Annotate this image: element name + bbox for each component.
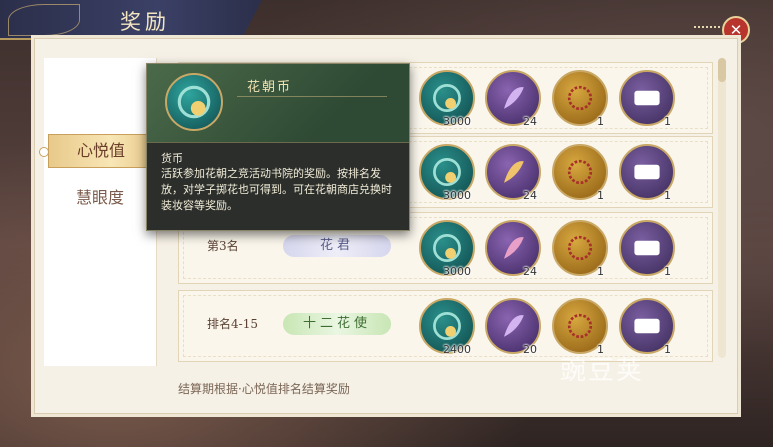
title-badge: 十二花使 bbox=[283, 313, 391, 335]
feather-item[interactable]: 20 bbox=[485, 298, 541, 356]
tooltip-divider bbox=[237, 96, 387, 97]
title-ornament bbox=[8, 4, 80, 36]
reward-count: 1 bbox=[664, 115, 671, 128]
title-badge: 花君 bbox=[283, 235, 391, 257]
scroll-item[interactable]: 1 bbox=[619, 298, 675, 356]
scroll-thumb[interactable] bbox=[718, 58, 726, 82]
scroll-icon bbox=[634, 240, 660, 256]
wreath-icon bbox=[567, 235, 593, 261]
reward-count: 20 bbox=[523, 343, 537, 356]
tooltip-description: 活跃参加花朝之竞活动书院的奖励。按排名发放，对学子掷花也可得到。可在花朝商店兑换… bbox=[161, 167, 392, 212]
coin-flower-item[interactable]: 2400 bbox=[419, 298, 475, 356]
scroll-item[interactable]: 1 bbox=[619, 220, 675, 278]
reward-count: 3000 bbox=[443, 189, 471, 202]
wreath-item[interactable]: 1 bbox=[552, 144, 608, 202]
feather-item[interactable]: 24 bbox=[485, 144, 541, 202]
coin-flower-item[interactable]: 3000 bbox=[419, 220, 475, 278]
reward-count: 1 bbox=[664, 343, 671, 356]
close-icon: ✕ bbox=[729, 21, 743, 39]
scrollbar[interactable] bbox=[718, 58, 726, 358]
coin-flower-item[interactable]: 3000 bbox=[419, 70, 475, 128]
scroll-icon bbox=[634, 318, 660, 334]
scroll-icon bbox=[634, 164, 660, 180]
reward-count: 24 bbox=[523, 115, 537, 128]
feather-icon bbox=[504, 161, 524, 183]
reward-count: 2400 bbox=[443, 343, 471, 356]
scroll-item[interactable]: 1 bbox=[619, 144, 675, 202]
coin-flower-icon bbox=[433, 234, 461, 262]
tooltip-category: 货币 bbox=[161, 152, 183, 165]
feather-item[interactable]: 24 bbox=[485, 70, 541, 128]
feather-icon bbox=[504, 315, 524, 337]
wreath-icon bbox=[567, 313, 593, 339]
reward-count: 1 bbox=[597, 115, 604, 128]
scroll-item[interactable]: 1 bbox=[619, 70, 675, 128]
coin-flower-item[interactable]: 3000 bbox=[419, 144, 475, 202]
coin-flower-icon bbox=[433, 158, 461, 186]
scroll-icon bbox=[634, 90, 660, 106]
settlement-note: 结算期根据·心悦值排名结算奖励 bbox=[178, 382, 350, 396]
coin-flower-icon bbox=[433, 84, 461, 112]
reward-count: 1 bbox=[664, 189, 671, 202]
page-title: 奖励 bbox=[120, 10, 170, 34]
wreath-item[interactable]: 1 bbox=[552, 298, 608, 356]
reward-count: 3000 bbox=[443, 265, 471, 278]
wreath-item[interactable]: 1 bbox=[552, 70, 608, 128]
sidebar: 心悦值 慧眼度 bbox=[39, 58, 157, 366]
tooltip-item-name: 花朝币 bbox=[247, 80, 293, 95]
feather-icon bbox=[504, 87, 524, 109]
close-divider bbox=[694, 26, 720, 28]
reward-count: 1 bbox=[597, 265, 604, 278]
feather-icon bbox=[504, 237, 524, 259]
tab-label: 慧眼度 bbox=[75, 188, 124, 207]
reward-count: 3000 bbox=[443, 115, 471, 128]
feather-item[interactable]: 24 bbox=[485, 220, 541, 278]
wreath-icon bbox=[567, 159, 593, 185]
tooltip-header: 花朝币 bbox=[147, 64, 409, 143]
watermark: 豌豆荚 bbox=[560, 356, 645, 386]
item-tooltip: 花朝币 货币 活跃参加花朝之竞活动书院的奖励。按排名发放，对学子掷花也可得到。可… bbox=[146, 63, 410, 231]
reward-count: 24 bbox=[523, 189, 537, 202]
wreath-icon bbox=[567, 85, 593, 111]
rank-label: 第3名 bbox=[207, 239, 239, 253]
rank-label: 排名4-15 bbox=[207, 317, 258, 331]
coin-flower-icon bbox=[177, 85, 211, 119]
tab-xinyuezhi[interactable]: 心悦值 bbox=[39, 134, 154, 168]
reward-count: 1 bbox=[664, 265, 671, 278]
wreath-item[interactable]: 1 bbox=[552, 220, 608, 278]
tooltip-item-icon bbox=[165, 73, 223, 131]
tab-label: 心悦值 bbox=[76, 141, 125, 160]
reward-count: 1 bbox=[597, 189, 604, 202]
tab-huiyandu[interactable]: 慧眼度 bbox=[44, 182, 156, 214]
reward-count: 24 bbox=[523, 265, 537, 278]
coin-flower-icon bbox=[433, 312, 461, 340]
